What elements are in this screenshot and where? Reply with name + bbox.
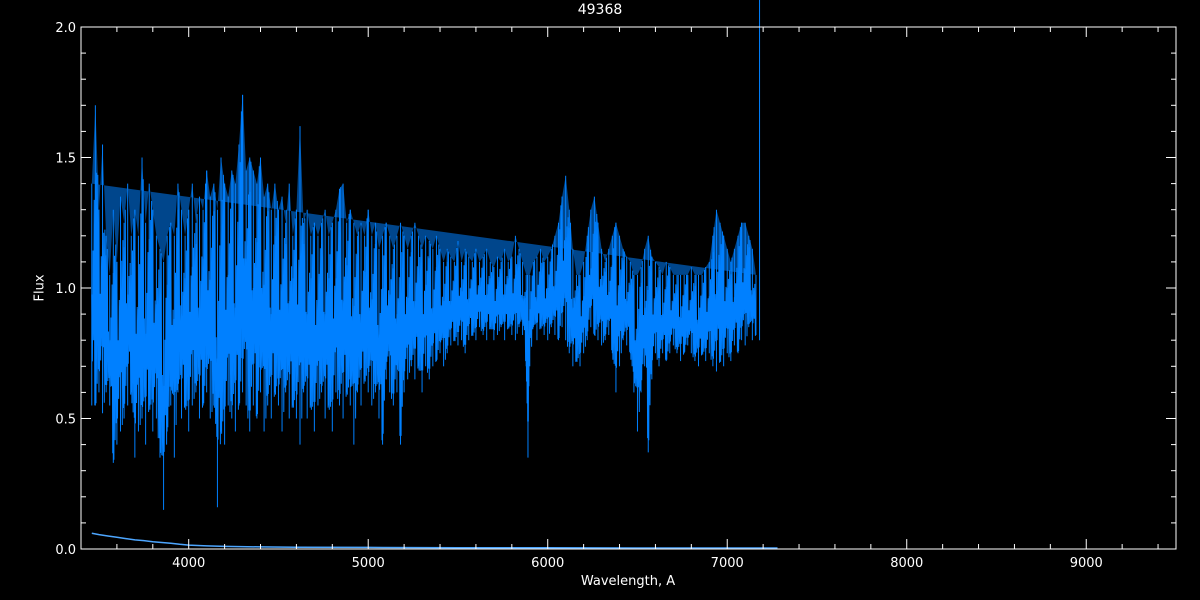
x-tick-label: 9000	[1070, 556, 1103, 571]
y-tick-label: 1.0	[55, 282, 76, 297]
x-tick-label: 7000	[711, 556, 744, 571]
x-tick-label: 6000	[531, 556, 564, 571]
y-tick-label: 0.5	[55, 413, 76, 428]
y-axis-label: Flux	[32, 274, 48, 302]
x-tick-label: 4000	[172, 556, 205, 571]
x-tick-label: 8000	[890, 556, 923, 571]
chart-title: 49368	[577, 2, 623, 18]
spectrum-chart: 4000 5000 6000 7000 8000 9000 0.0 0.5 1.0 1.5 2.0	[0, 0, 1200, 600]
x-axis-label: Wavelength, A	[580, 574, 676, 589]
x-tick-label: 5000	[352, 556, 385, 571]
y-tick-label: 2.0	[55, 21, 76, 36]
y-tick-label: 1.5	[55, 152, 76, 167]
y-tick-label: 0.0	[55, 543, 76, 558]
